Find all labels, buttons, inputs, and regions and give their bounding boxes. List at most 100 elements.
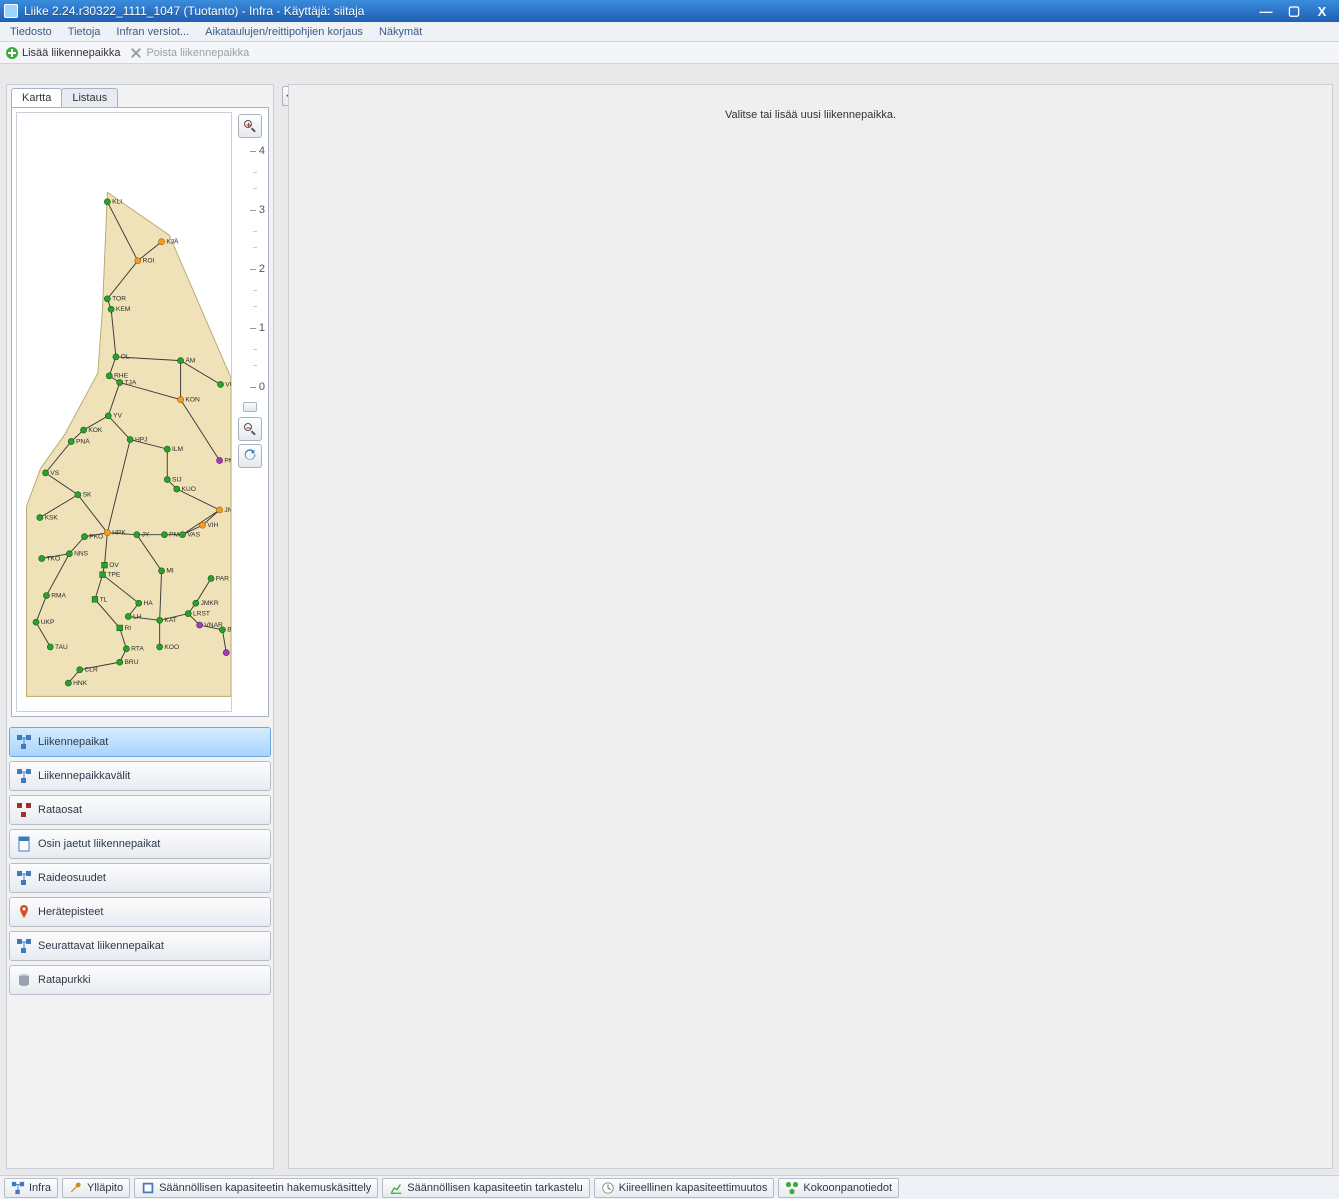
zoom-tick[interactable]: 3 [235, 204, 265, 216]
station-KAT[interactable]: KAT [157, 617, 177, 624]
station-JY[interactable]: JY [134, 532, 150, 539]
zoom-slider-knob[interactable] [243, 402, 257, 412]
station-VAS[interactable]: VAS [179, 532, 200, 539]
zoom-tick[interactable]: 2 [235, 263, 265, 275]
station-PAR[interactable]: PAR [208, 575, 229, 582]
station-KSK[interactable]: KSK [37, 514, 59, 521]
tabs-header: Kartta Listaus [7, 85, 273, 107]
minimize-button[interactable]: — [1253, 3, 1279, 19]
tab-kartta[interactable]: Kartta [11, 88, 62, 107]
station-HPJ[interactable]: HPJ [127, 436, 147, 443]
station-CLR[interactable]: CLR [77, 667, 98, 674]
station-KON[interactable]: KON [178, 397, 200, 404]
station-RMA[interactable]: RMA [43, 592, 66, 599]
station-OV[interactable]: OV [102, 562, 120, 569]
zoom-out-button[interactable]: − [238, 417, 262, 441]
zoom-tick[interactable]: 0 [235, 381, 265, 393]
station-ÄM[interactable]: ÄM [178, 357, 196, 365]
menu-tiedosto[interactable]: Tiedosto [4, 24, 58, 40]
station-LH[interactable]: LH [125, 613, 141, 620]
accordion-item-3[interactable]: Osin jaetut liikennepaikat [9, 829, 271, 859]
station-NNS[interactable]: NNS [66, 551, 88, 558]
station-KLI[interactable]: KLI [104, 199, 122, 206]
station-JNS[interactable]: JNS [217, 507, 231, 514]
footer-tab-0[interactable]: Infra [4, 1178, 58, 1198]
station-HPK[interactable]: HPK [104, 530, 126, 537]
map-canvas[interactable]: KLIKJÄROITORKEMOLÄMRHETJAVURKONYVKOKHPJP… [16, 112, 232, 712]
zoom-in-button[interactable]: + [238, 114, 262, 138]
station-TAU[interactable]: TAU [47, 644, 68, 651]
station-BRU[interactable]: BRU [117, 659, 139, 666]
accordion-item-0[interactable]: Liikennepaikat [9, 727, 271, 757]
accordion-item-2[interactable]: Rataosat [9, 795, 271, 825]
menu-infran-versiot[interactable]: Infran versiot... [110, 24, 195, 40]
accordion-item-1[interactable]: Liikennepaikkavälit [9, 761, 271, 791]
footer-tab-1[interactable]: Ylläpito [62, 1178, 130, 1198]
menu-nakymat[interactable]: Näkymät [373, 24, 428, 40]
station-RI[interactable]: RI [117, 625, 131, 632]
footer-tab-4[interactable]: Kiireellinen kapasiteettimuutos [594, 1178, 775, 1198]
station-UKP[interactable]: UKP [33, 619, 55, 626]
station-VS[interactable]: VS [42, 470, 59, 477]
station-VNAR[interactable]: VNAR [197, 622, 223, 629]
station-HNK[interactable]: HNK [65, 680, 87, 687]
accordion-label: Rataosat [38, 804, 82, 816]
footer-label: Ylläpito [87, 1182, 123, 1194]
accordion-item-5[interactable]: Herätepisteet [9, 897, 271, 927]
station-MI[interactable]: MI [159, 568, 174, 575]
menu-aikataulujen-korjaus[interactable]: Aikataulujen/reittipohjien korjaus [199, 24, 369, 40]
station-label: RTA [131, 646, 144, 653]
menu-tietoja[interactable]: Tietoja [62, 24, 107, 40]
close-button[interactable]: X [1309, 3, 1335, 19]
station-SIJ[interactable]: SIJ [164, 476, 181, 483]
add-liikennepaikka-button[interactable]: Lisää liikennepaikka [6, 47, 120, 59]
accordion-item-7[interactable]: Ratapurkki [9, 965, 271, 995]
station-KUO[interactable]: KUO [174, 486, 196, 493]
footer-tab-5[interactable]: Kokoonpanotiedot [778, 1178, 899, 1198]
station-label: MI [166, 568, 174, 575]
accordion-label: Herätepisteet [38, 906, 103, 918]
station-TPE[interactable]: TPE [100, 572, 121, 579]
station-TJA[interactable]: TJA [117, 379, 137, 386]
station-label: TJA [124, 379, 136, 386]
station-OL[interactable]: OL [113, 354, 130, 361]
station-HA[interactable]: HA [136, 600, 154, 607]
station-PM2[interactable]: PM [161, 532, 179, 539]
station-label: HA [143, 600, 153, 607]
station-TKO[interactable]: TKO [39, 555, 60, 562]
zoom-tick[interactable]: 1 [235, 322, 265, 334]
station-PM[interactable]: PM [217, 457, 231, 464]
station-label: NNS [74, 551, 89, 558]
station-KJÄ[interactable]: KJÄ [159, 238, 180, 246]
station-YV[interactable]: YV [105, 413, 122, 420]
accordion-item-4[interactable]: Raideosuudet [9, 863, 271, 893]
station-TL[interactable]: TL [92, 596, 108, 603]
station-label: RMA [51, 592, 66, 599]
station-JMKR[interactable]: JMKR [193, 600, 219, 607]
station-KOK[interactable]: KOK [81, 427, 103, 434]
station-PKO[interactable]: PKO [81, 533, 103, 540]
station-LRST[interactable]: LRST [185, 611, 210, 618]
maximize-button[interactable]: ▢ [1281, 3, 1307, 19]
plus-icon [6, 47, 18, 59]
tab-listaus[interactable]: Listaus [61, 88, 118, 107]
station-TOR[interactable]: TOR [104, 296, 126, 303]
station-KEM[interactable]: KEM [108, 306, 130, 313]
station-SK[interactable]: SK [75, 492, 92, 499]
zoom-reset-button[interactable] [238, 444, 262, 468]
station-ILM[interactable]: ILM [164, 446, 183, 453]
nodes-blue-icon [16, 734, 32, 750]
station-VIH[interactable]: VIH [199, 522, 218, 529]
zoom-tick[interactable]: 4 [235, 145, 265, 157]
station-label: TOR [112, 296, 126, 303]
accordion-item-6[interactable]: Seurattavat liikennepaikat [9, 931, 271, 961]
footer-tab-2[interactable]: Säännöllisen kapasiteetin hakemuskäsitte… [134, 1178, 378, 1198]
station-KOO[interactable]: KOO [157, 644, 180, 651]
station-RTA[interactable]: RTA [123, 646, 144, 653]
zoom-scale[interactable]: 43210 [241, 145, 259, 393]
footer-tab-3[interactable]: Säännöllisen kapasiteetin tarkastelu [382, 1178, 590, 1198]
station-ROI[interactable]: ROI [135, 258, 155, 265]
station-PNÄ[interactable]: PNÄ [68, 437, 90, 445]
station-label: JY [142, 532, 150, 539]
zoom-subtick [253, 247, 257, 248]
